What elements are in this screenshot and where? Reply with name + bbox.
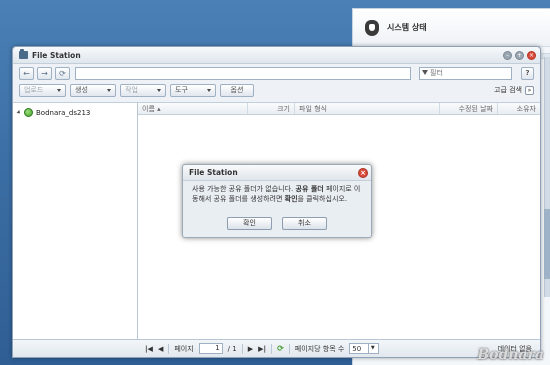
- chevron-down-icon: [207, 88, 211, 92]
- navigation-bar: ← → ⟳ ?: [13, 64, 540, 82]
- prev-page-button[interactable]: ◀: [158, 345, 163, 353]
- separator: [241, 343, 243, 354]
- refresh-icon[interactable]: ⟳: [277, 344, 284, 353]
- column-size[interactable]: 크기: [248, 103, 295, 114]
- back-button[interactable]: ←: [19, 66, 34, 80]
- separator: [288, 343, 290, 354]
- status-bar: |◀ ◀ 페이지 1 / 1 ▶ ▶| ⟳ 페이지당 항목 수 50 ▼ 데이터…: [13, 339, 540, 357]
- dialog-titlebar[interactable]: File Station ×: [183, 165, 371, 181]
- separator: [271, 343, 273, 354]
- help-button[interactable]: ?: [521, 66, 534, 80]
- ok-button[interactable]: 확인: [227, 217, 272, 230]
- forward-button[interactable]: →: [37, 66, 52, 80]
- tools-label: 도구: [175, 86, 188, 94]
- page-label: 페이지: [174, 344, 194, 353]
- create-button[interactable]: 생성: [70, 83, 116, 97]
- panel-scrollbar-thumb[interactable]: [544, 209, 550, 279]
- refresh-button[interactable]: ⟳: [55, 66, 70, 80]
- minimize-icon[interactable]: –: [503, 50, 512, 60]
- cancel-button[interactable]: 취소: [282, 217, 327, 230]
- upload-button[interactable]: 업로드: [19, 83, 66, 97]
- system-status-header[interactable]: 시스템 상태: [353, 9, 550, 47]
- options-label: 옵션: [230, 86, 244, 94]
- window-title: File Station: [32, 50, 81, 60]
- close-icon[interactable]: ×: [527, 50, 536, 60]
- column-modified-date[interactable]: 수정된 날짜: [440, 103, 498, 114]
- separator: [168, 343, 170, 354]
- next-page-button[interactable]: ▶: [248, 345, 253, 353]
- maximize-icon[interactable]: +: [515, 50, 524, 60]
- options-button[interactable]: 옵션: [220, 83, 254, 97]
- filter-field[interactable]: [419, 66, 512, 80]
- double-chevron-down-icon[interactable]: »: [525, 85, 534, 95]
- dialog-title: File Station: [189, 168, 238, 177]
- action-button[interactable]: 작업: [120, 83, 166, 97]
- last-page-button[interactable]: ▶|: [258, 345, 266, 353]
- first-page-button[interactable]: |◀: [145, 345, 153, 353]
- action-label: 작업: [125, 86, 138, 94]
- advanced-search[interactable]: 고급 검색 »: [494, 85, 534, 95]
- advanced-search-label: 고급 검색: [494, 86, 522, 94]
- funnel-icon: [422, 70, 428, 76]
- per-page-label: 페이지당 항목 수: [294, 344, 345, 353]
- dialog-message: 사용 가능한 공유 폴더가 없습니다. 공유 폴더 페이지로 이동해서 공유 폴…: [183, 181, 371, 204]
- toolbar: 업로드 생성 작업 도구 옵션 고급 검색 »: [13, 82, 540, 98]
- upload-label: 업로드: [24, 86, 44, 94]
- expand-arrow-icon[interactable]: [16, 110, 22, 115]
- window-titlebar[interactable]: File Station – + ×: [13, 47, 540, 64]
- create-label: 생성: [75, 86, 88, 94]
- close-icon[interactable]: ×: [358, 167, 368, 178]
- msg-bold-ok: 확인: [284, 194, 298, 203]
- column-name[interactable]: 이름 ▴: [138, 103, 248, 114]
- chevron-down-icon: [107, 88, 111, 92]
- nas-server-icon: [24, 108, 33, 117]
- tools-button[interactable]: 도구: [170, 83, 216, 97]
- chevron-down-icon: [157, 88, 161, 92]
- filter-input[interactable]: [430, 69, 510, 77]
- msg-text-1: 사용 가능한 공유 폴더가 없습니다.: [192, 185, 296, 193]
- message-dialog: File Station × 사용 가능한 공유 폴더가 없습니다. 공유 폴더…: [182, 164, 372, 238]
- per-page-select[interactable]: 50 ▼: [349, 343, 380, 354]
- msg-bold-shared-folder: 공유 폴더: [295, 185, 324, 193]
- chevron-down-icon: [57, 88, 61, 92]
- msg-text-3: 을 클릭하십시오.: [297, 194, 348, 203]
- page-number-input[interactable]: 1: [198, 343, 223, 354]
- folder-tree: Bodnara_ds213: [13, 103, 138, 339]
- path-input[interactable]: [75, 66, 411, 80]
- column-file-type[interactable]: 파일 형식: [295, 103, 440, 114]
- folder-app-icon: [19, 49, 28, 59]
- per-page-value: 50: [352, 344, 362, 353]
- chevron-down-icon: ▼: [368, 344, 376, 353]
- watermark-logo: Bodnara: [477, 347, 544, 363]
- system-status-title: 시스템 상태: [387, 23, 427, 32]
- shield-icon: [365, 19, 379, 36]
- column-owner[interactable]: 소유자: [498, 103, 540, 114]
- tree-item-root[interactable]: Bodnara_ds213: [16, 108, 133, 117]
- tree-root-label: Bodnara_ds213: [36, 108, 91, 117]
- column-header-row: 이름 ▴ 크기 파일 형식 수정된 날짜 소유자: [138, 103, 540, 115]
- page-total: / 1: [227, 344, 237, 353]
